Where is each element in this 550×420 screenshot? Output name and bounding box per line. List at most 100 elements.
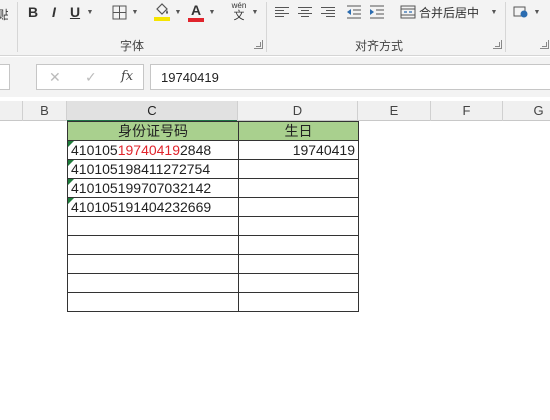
id-number-cell[interactable]: 410105191404232669	[67, 197, 239, 217]
enter-icon[interactable]: ✓	[85, 69, 97, 86]
id-prefix-segment: 410105	[71, 142, 118, 158]
number-dialog-launcher-icon[interactable]	[540, 40, 549, 49]
italic-label: I	[52, 4, 56, 20]
merge-center-button[interactable]: 合并后居中	[400, 2, 486, 22]
merge-cells-icon	[400, 5, 416, 19]
table-row	[67, 292, 359, 312]
table-row: 410105199707032142	[67, 178, 359, 198]
ribbon-separator	[17, 2, 18, 52]
font-color-dropdown[interactable]: ▼	[207, 4, 217, 20]
paint-bucket-icon	[156, 3, 168, 15]
increase-indent-button[interactable]	[368, 3, 386, 21]
underline-dropdown[interactable]: ▼	[85, 4, 95, 20]
increase-indent-icon	[370, 5, 384, 19]
underline-button[interactable]: U	[67, 2, 83, 22]
header-id-number[interactable]: 身份证号码	[67, 121, 239, 141]
table-row	[67, 216, 359, 236]
id-number-cell[interactable]	[67, 292, 239, 312]
table-row: 410105197404192848 19740419	[67, 140, 359, 160]
column-header-e[interactable]: E	[358, 101, 431, 121]
merge-center-label: 合并后居中	[419, 5, 480, 20]
ribbon-separator	[266, 2, 267, 52]
font-color-letter: A	[190, 1, 202, 18]
borders-button[interactable]	[110, 3, 128, 21]
column-header-c[interactable]: C	[67, 101, 238, 122]
formula-buttons: ✕ ✓ fx	[36, 64, 144, 90]
id-number-cell[interactable]	[67, 273, 239, 293]
bold-button[interactable]: B	[24, 2, 42, 22]
font-color-swatch	[188, 17, 204, 22]
borders-dropdown[interactable]: ▼	[130, 4, 140, 20]
italic-button[interactable]: I	[46, 2, 62, 22]
align-right-button[interactable]	[319, 3, 337, 21]
chevron-down-icon: ▼	[533, 8, 541, 16]
table-row	[67, 273, 359, 293]
table-header-row: 身份证号码 生日	[67, 121, 359, 141]
table-row	[67, 254, 359, 274]
font-group-label: 字体	[120, 39, 145, 53]
chevron-down-icon: ▼	[251, 8, 259, 16]
fill-color-button[interactable]	[152, 1, 172, 23]
name-box[interactable]	[0, 64, 10, 90]
chevron-down-icon: ▼	[208, 8, 216, 16]
phonetic-bottom-label: 文	[233, 10, 245, 22]
id-suffix-segment: 2848	[180, 142, 212, 158]
align-left-icon	[275, 7, 289, 17]
phonetic-button[interactable]: wén 文	[229, 0, 249, 24]
birthday-cell[interactable]	[238, 292, 359, 312]
ribbon-left-edge: 贴	[0, 5, 8, 23]
id-number-cell[interactable]	[67, 216, 239, 236]
header-birthday[interactable]: 生日	[238, 121, 359, 141]
number-format-icon	[513, 6, 528, 18]
id-number-cell[interactable]: 410105199707032142	[67, 178, 239, 198]
font-dialog-launcher-icon[interactable]	[254, 40, 263, 49]
formula-input[interactable]: 19740419	[150, 64, 550, 90]
id-prefix-segment: 410105191404232669	[71, 199, 212, 215]
insert-function-button[interactable]: fx	[121, 69, 133, 84]
alignment-group-label: 对齐方式	[355, 39, 404, 53]
font-color-button[interactable]: A	[186, 1, 206, 23]
decrease-indent-button[interactable]	[345, 3, 363, 21]
merge-center-dropdown[interactable]: ▼	[489, 4, 499, 20]
fill-color-swatch	[154, 17, 170, 21]
number-format-dropdown[interactable]: ▼	[532, 4, 542, 20]
underline-label: U	[69, 4, 81, 20]
birthday-cell[interactable]	[238, 235, 359, 255]
alignment-dialog-launcher-icon[interactable]	[493, 40, 502, 49]
birthday-cell[interactable]	[238, 159, 359, 179]
column-header-b[interactable]: B	[23, 101, 67, 121]
birthday-cell[interactable]	[238, 178, 359, 198]
column-headers: B C D E F G	[0, 101, 550, 122]
phonetic-top-label: wén	[231, 1, 247, 10]
birthday-cell[interactable]	[238, 216, 359, 236]
id-number-cell[interactable]	[67, 254, 239, 274]
align-center-button[interactable]	[296, 3, 314, 21]
cancel-icon[interactable]: ✕	[49, 69, 61, 86]
column-header-g[interactable]: G	[503, 101, 550, 121]
chevron-down-icon: ▼	[131, 8, 139, 16]
column-header-f[interactable]: F	[431, 101, 503, 121]
chevron-down-icon: ▼	[86, 8, 94, 16]
column-header-d[interactable]: D	[238, 101, 358, 121]
id-number-cell[interactable]: 410105198411272754	[67, 159, 239, 179]
table-row: 410105198411272754	[67, 159, 359, 179]
birthday-cell[interactable]	[238, 197, 359, 217]
number-format-button[interactable]	[512, 3, 530, 21]
data-table: 身份证号码 生日 410105197404192848 19740419 41010…	[67, 121, 359, 312]
birthday-cell[interactable]	[238, 254, 359, 274]
id-prefix-segment: 410105198411272754	[71, 161, 211, 177]
id-prefix-segment: 410105199707032142	[71, 180, 212, 196]
phonetic-dropdown[interactable]: ▼	[250, 4, 260, 20]
borders-icon	[112, 5, 126, 19]
align-left-button[interactable]	[273, 3, 291, 21]
id-number-cell[interactable]: 410105197404192848	[67, 140, 239, 160]
fill-color-dropdown[interactable]: ▼	[173, 4, 183, 20]
paste-fragment: 贴	[0, 7, 8, 22]
id-number-cell[interactable]	[67, 235, 239, 255]
birthday-cell[interactable]	[238, 273, 359, 293]
id-birth-segment: 19740419	[117, 142, 181, 158]
bold-label: B	[27, 4, 39, 20]
birthday-cell[interactable]: 19740419	[238, 140, 359, 160]
ribbon-separator	[505, 2, 506, 52]
column-header-row-corner[interactable]	[0, 101, 23, 121]
